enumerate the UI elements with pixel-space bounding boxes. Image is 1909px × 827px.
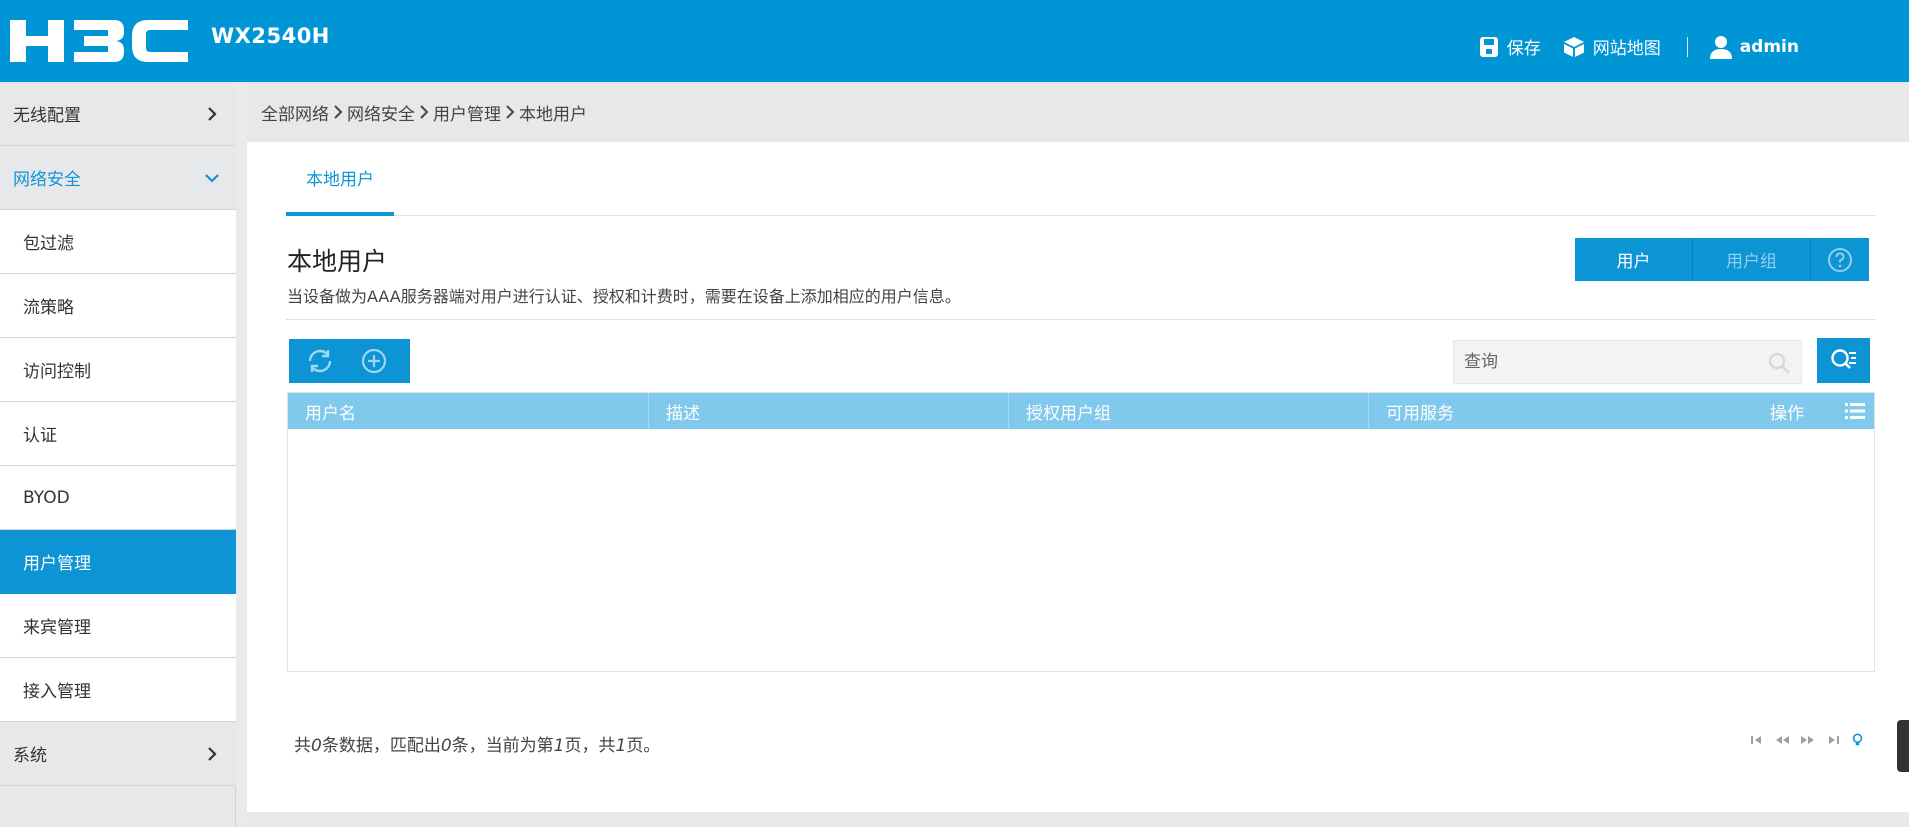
- refresh-icon: [308, 349, 332, 373]
- breadcrumb-item-network-security[interactable]: 网络安全: [347, 100, 415, 125]
- sidebar-item-label: 来宾管理: [23, 618, 91, 638]
- matched-count: 0: [440, 736, 452, 756]
- sidebar-item-label: 认证: [23, 426, 57, 446]
- username: admin: [1739, 36, 1799, 57]
- sidebar-item-access-management[interactable]: 接入管理: [0, 658, 236, 722]
- save-button[interactable]: 保存: [1479, 34, 1541, 59]
- chevron-right-icon: [420, 105, 429, 119]
- save-label: 保存: [1506, 39, 1541, 59]
- sidebar-item-label: 网络安全: [13, 170, 81, 190]
- section-divider: [286, 319, 1876, 320]
- sidebar-item-label: 包过滤: [23, 234, 74, 254]
- sidebar-item-label: 系统: [13, 746, 47, 766]
- table-summary: 共0条数据，匹配出0条，当前为第1页，共1页。: [294, 731, 660, 756]
- summary-text: 页，共: [564, 736, 616, 756]
- device-model: WX2540H: [211, 24, 330, 48]
- chevron-right-icon: [334, 105, 343, 119]
- user-icon: [1709, 35, 1732, 59]
- page-count: 1: [615, 736, 627, 756]
- footer-bar: [247, 812, 1909, 827]
- sitemap-label: 网站地图: [1592, 39, 1661, 59]
- first-page-icon[interactable]: [1749, 733, 1766, 747]
- header-divider: [1686, 36, 1688, 57]
- cube-icon: [1563, 36, 1584, 57]
- sidebar-item-system[interactable]: 系统: [0, 722, 236, 786]
- sidebar-item-guest-management[interactable]: 来宾管理: [0, 594, 236, 658]
- users-table: 用户名 描述 授权用户组 可用服务 操作: [287, 392, 1875, 672]
- column-header-username[interactable]: 用户名: [288, 393, 648, 429]
- refresh-button[interactable]: [305, 346, 335, 376]
- advanced-search-button[interactable]: [1817, 338, 1870, 383]
- sidebar-item-label: 访问控制: [23, 362, 91, 382]
- chevron-down-icon: [205, 174, 219, 183]
- sidebar-item-packet-filter[interactable]: 包过滤: [0, 210, 236, 274]
- user-groups-view-button[interactable]: 用户组: [1693, 238, 1811, 281]
- summary-text: 条，当前为第: [451, 736, 554, 756]
- table-header: 用户名 描述 授权用户组 可用服务 操作: [288, 393, 1874, 429]
- h3c-logo: [10, 20, 188, 62]
- column-header-services[interactable]: 可用服务: [1368, 393, 1668, 429]
- sidebar-item-authentication[interactable]: 认证: [0, 402, 236, 466]
- summary-text: 页。: [626, 736, 661, 756]
- column-header-actions: 操作: [1770, 403, 1804, 424]
- sidebar-item-label: 流策略: [23, 298, 74, 318]
- chevron-right-icon: [506, 105, 515, 119]
- add-user-button[interactable]: [359, 346, 389, 376]
- main-panel: 本地用户 本地用户 当设备做为AAA服务器端对用户进行认证、授权和计费时，需要在…: [247, 142, 1909, 812]
- lightbulb-icon[interactable]: [1849, 733, 1866, 747]
- pagination: [1749, 733, 1866, 747]
- current-page: 1: [553, 736, 565, 756]
- view-switcher: 用户 用户组: [1575, 238, 1869, 281]
- sidebar-item-flow-policy[interactable]: 流策略: [0, 274, 236, 338]
- users-view-button[interactable]: 用户: [1575, 238, 1693, 281]
- header-actions: 保存 网站地图 admin: [1479, 34, 1799, 59]
- sidebar-item-label: 无线配置: [13, 106, 81, 126]
- column-header-description[interactable]: 描述: [648, 393, 1008, 429]
- sidebar-item-user-management[interactable]: 用户管理: [0, 530, 236, 594]
- sidebar-item-label: BYOD: [23, 487, 70, 508]
- tab-bar: 本地用户: [286, 142, 1876, 216]
- sidebar-item-network-security[interactable]: 网络安全: [0, 146, 236, 210]
- sidebar-item-wireless-config[interactable]: 无线配置: [0, 82, 236, 146]
- table-toolbar: [289, 339, 410, 383]
- sidebar-item-label: 接入管理: [23, 682, 91, 702]
- next-page-icon[interactable]: [1799, 733, 1816, 747]
- add-circle-icon: [361, 348, 387, 374]
- side-handle[interactable]: [1897, 720, 1909, 772]
- column-list-icon[interactable]: [1845, 402, 1865, 420]
- help-button[interactable]: [1811, 238, 1869, 281]
- summary-text: 条数据，匹配出: [321, 736, 441, 756]
- help-icon: [1828, 247, 1852, 272]
- advanced-search-icon: [1830, 348, 1856, 369]
- chevron-right-icon: [208, 747, 217, 761]
- search-input[interactable]: [1454, 341, 1754, 383]
- user-menu[interactable]: admin: [1709, 35, 1799, 59]
- summary-text: 共: [294, 736, 311, 756]
- breadcrumb: 全部网络 网络安全 用户管理 本地用户: [247, 82, 1909, 142]
- breadcrumb-item-user-management[interactable]: 用户管理: [433, 100, 501, 125]
- tab-local-users[interactable]: 本地用户: [286, 142, 394, 216]
- page-title: 本地用户: [287, 247, 388, 276]
- sidebar: 无线配置 网络安全 包过滤 流策略 访问控制 认证 BYOD 用户管理 来宾管理…: [0, 82, 236, 827]
- save-icon: [1479, 36, 1498, 57]
- sidebar-item-label: 用户管理: [23, 554, 91, 574]
- search-icon[interactable]: [1767, 351, 1791, 375]
- sidebar-item-access-control[interactable]: 访问控制: [0, 338, 236, 402]
- prev-page-icon[interactable]: [1774, 733, 1791, 747]
- last-page-icon[interactable]: [1824, 733, 1841, 747]
- page-description: 当设备做为AAA服务器端对用户进行认证、授权和计费时，需要在设备上添加相应的用户…: [287, 287, 961, 306]
- chevron-right-icon: [208, 107, 217, 121]
- search-box: [1453, 340, 1802, 384]
- breadcrumb-item-local-users: 本地用户: [519, 104, 587, 125]
- sitemap-button[interactable]: 网站地图: [1563, 34, 1661, 59]
- total-count: 0: [311, 736, 322, 756]
- column-header-auth-group[interactable]: 授权用户组: [1008, 393, 1368, 429]
- breadcrumb-item-all-network[interactable]: 全部网络: [261, 100, 329, 125]
- sidebar-item-byod[interactable]: BYOD: [0, 466, 236, 530]
- top-header: WX2540H 保存 网站地图 admin: [0, 0, 1909, 82]
